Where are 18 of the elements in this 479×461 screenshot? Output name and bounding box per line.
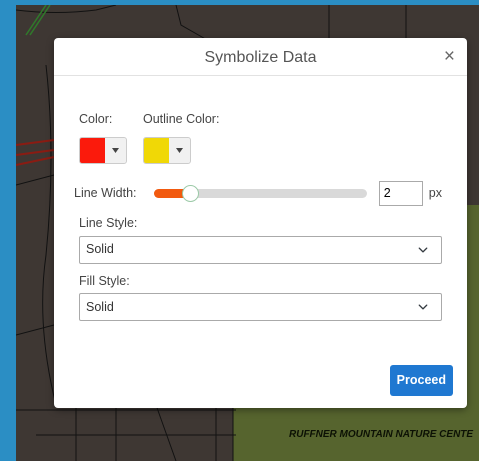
field-label: Outline Color: [143, 111, 220, 128]
dropdown[interactable]: Solid [79, 293, 442, 322]
field-label: Line Width: [74, 184, 136, 202]
unit-label: px [428, 184, 442, 202]
field-label: Fill Style: [79, 272, 131, 290]
close-button[interactable]: × [442, 45, 457, 68]
caret-icon [112, 148, 119, 153]
caret-icon [176, 148, 183, 153]
field-label: Line Style: [79, 214, 138, 232]
color-picker[interactable] [79, 136, 127, 164]
field-label: Color: [79, 111, 114, 128]
dialog-title: Symbolize Data [204, 46, 317, 67]
proceed-button[interactable]: Proceed [390, 365, 453, 396]
dropdown[interactable]: Solid [79, 236, 442, 264]
slider-thumb[interactable] [182, 184, 200, 202]
map-label: RUFFNER MOUNTAIN NATURE CENTE [289, 427, 474, 441]
color-picker[interactable] [143, 136, 191, 164]
number-field[interactable]: 2 [378, 180, 423, 206]
